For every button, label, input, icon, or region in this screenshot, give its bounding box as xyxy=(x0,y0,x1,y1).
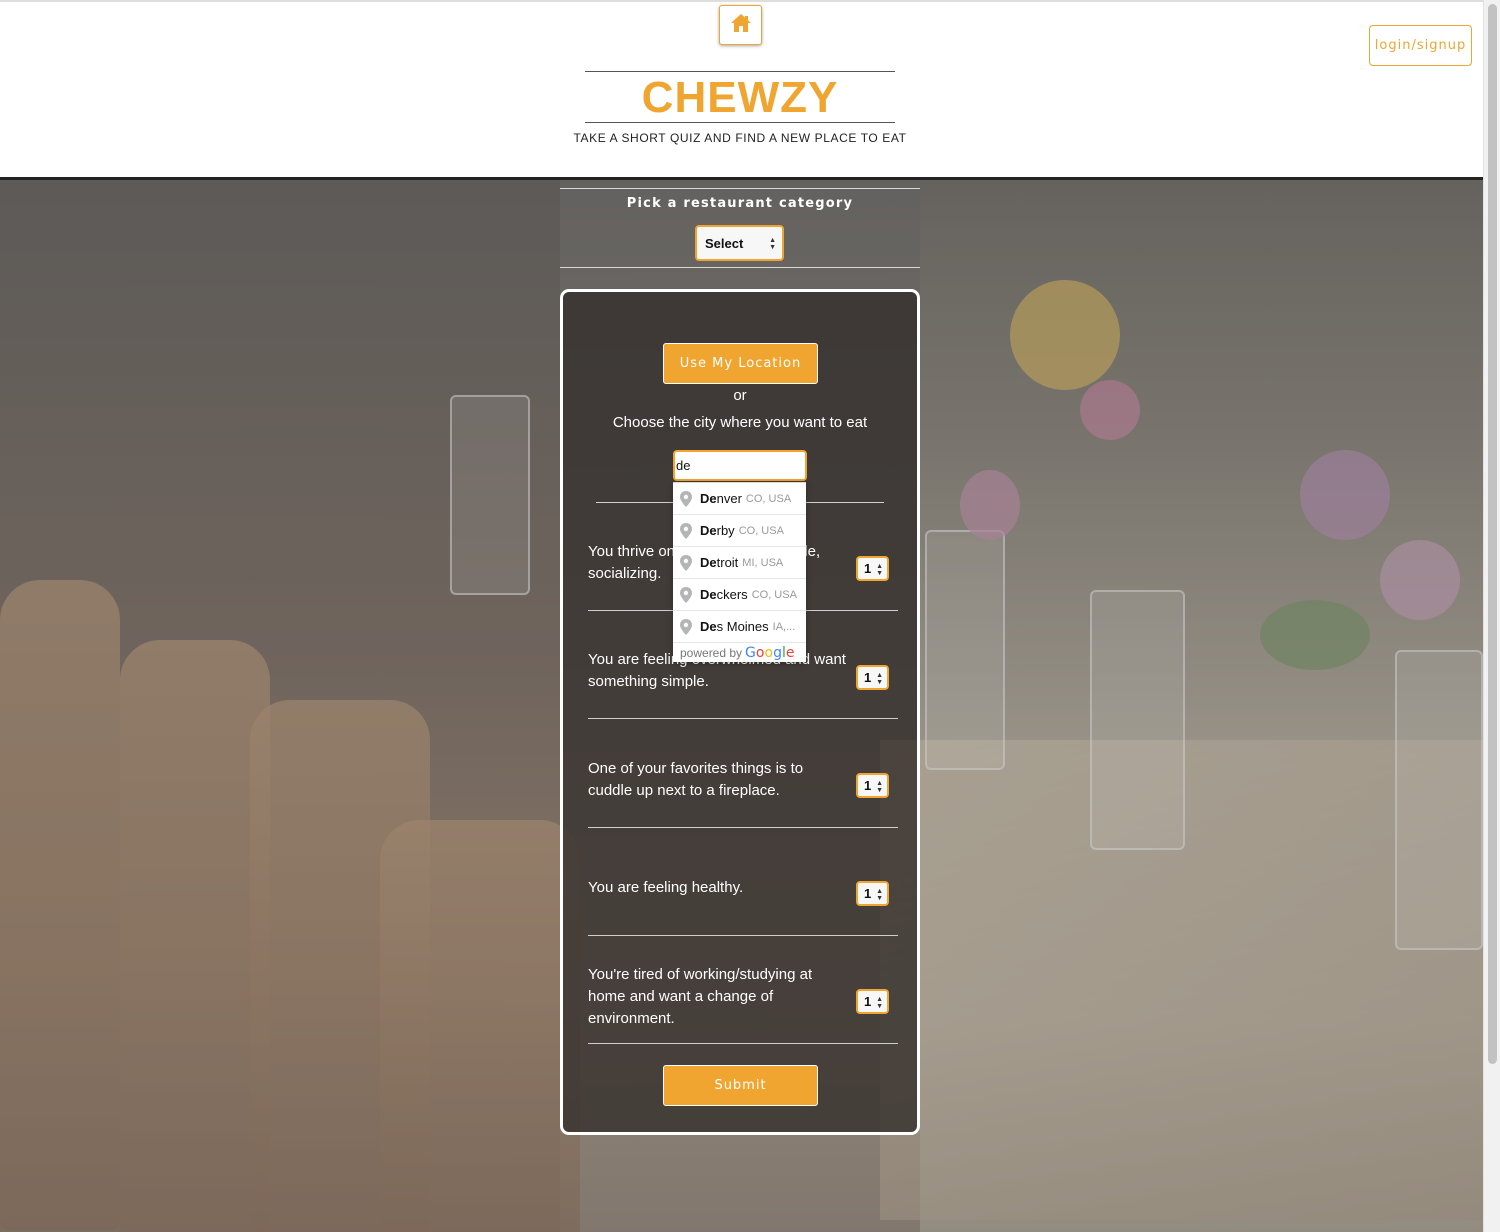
title-divider-top xyxy=(585,71,895,72)
select-arrows-icon: ▲ ▼ xyxy=(876,563,883,577)
city-autocomplete-dropdown: Denver CO, USA Derby CO, USA Detroit MI,… xyxy=(673,482,806,662)
question-2-select[interactable]: 1 ▲ ▼ xyxy=(856,665,889,690)
question-5-value: 1 xyxy=(864,994,872,1009)
category-select-value: Select xyxy=(705,235,744,251)
autocomplete-item[interactable]: Detroit MI, USA xyxy=(673,547,806,579)
divider xyxy=(588,827,898,828)
city-input[interactable]: de xyxy=(673,450,807,481)
map-pin-icon xyxy=(680,554,692,571)
question-5-select[interactable]: 1 ▲ ▼ xyxy=(856,989,889,1014)
question-1-select[interactable]: 1 ▲ ▼ xyxy=(856,556,889,581)
autocomplete-secondary-text: IA,... xyxy=(772,620,796,633)
home-button[interactable] xyxy=(719,5,762,45)
map-pin-icon xyxy=(680,586,692,603)
autocomplete-secondary-text: CO, USA xyxy=(738,524,784,537)
question-3-value: 1 xyxy=(864,778,872,793)
page-scrollbar[interactable] xyxy=(1483,0,1500,1232)
page: login/signup CHEWZY TAKE A SHORT QUIZ AN… xyxy=(0,0,1483,1232)
divider xyxy=(588,935,898,936)
question-5-text: You're tired of working/studying at home… xyxy=(588,966,813,1027)
question-3-text: One of your favorites things is to cuddl… xyxy=(588,760,804,799)
question-4-text: You are feeling healthy. xyxy=(588,879,744,896)
question-3-select[interactable]: 1 ▲ ▼ xyxy=(856,773,889,798)
select-arrows-icon: ▲ ▼ xyxy=(876,888,883,902)
category-divider-top xyxy=(560,188,920,189)
divider xyxy=(588,1043,898,1044)
autocomplete-secondary-text: CO, USA xyxy=(745,492,792,505)
autocomplete-main-text: nver xyxy=(716,491,742,506)
select-arrows-icon: ▲ ▼ xyxy=(769,237,776,251)
question-4-select[interactable]: 1 ▲ ▼ xyxy=(856,881,889,906)
question-2-value: 1 xyxy=(864,670,872,685)
city-prompt: Choose the city where you want to eat xyxy=(612,414,868,431)
autocomplete-main-text: ckers xyxy=(716,587,748,602)
site-subtitle: TAKE A SHORT QUIZ AND FIND A NEW PLACE T… xyxy=(573,131,907,145)
select-arrows-icon: ▲ ▼ xyxy=(876,672,883,686)
select-arrows-icon: ▲ ▼ xyxy=(876,996,883,1010)
autocomplete-match: De xyxy=(700,491,717,506)
question-4-value: 1 xyxy=(864,886,872,901)
category-divider-bottom xyxy=(560,267,920,268)
divider xyxy=(588,718,898,719)
map-pin-icon xyxy=(680,522,692,539)
autocomplete-main-text: troit xyxy=(716,555,739,570)
map-pin-icon xyxy=(680,490,692,507)
powered-by-text: powered by xyxy=(680,646,743,660)
autocomplete-secondary-text: CO, USA xyxy=(751,588,797,601)
autocomplete-item[interactable]: Des Moines IA,... xyxy=(673,611,806,643)
autocomplete-item[interactable]: Denver CO, USA xyxy=(673,483,806,515)
google-logo: Google xyxy=(745,645,795,661)
powered-by-google: powered by Google xyxy=(673,643,806,662)
login-signup-button[interactable]: login/signup xyxy=(1369,25,1472,66)
use-my-location-button[interactable]: Use My Location xyxy=(663,343,818,384)
map-pin-icon xyxy=(680,618,692,635)
autocomplete-main-text: s Moines xyxy=(716,619,769,634)
question-1-value: 1 xyxy=(864,561,872,576)
autocomplete-match: De xyxy=(700,555,717,570)
autocomplete-item[interactable]: Derby CO, USA xyxy=(673,515,806,547)
site-header: login/signup CHEWZY TAKE A SHORT QUIZ AN… xyxy=(0,0,1483,180)
title-divider-bottom xyxy=(585,122,895,123)
autocomplete-secondary-text: MI, USA xyxy=(742,556,784,569)
submit-button[interactable]: Submit xyxy=(663,1065,818,1106)
autocomplete-match: De xyxy=(700,619,717,634)
home-icon xyxy=(730,13,752,38)
autocomplete-item[interactable]: Deckers CO, USA xyxy=(673,579,806,611)
site-title: CHEWZY xyxy=(641,73,839,122)
or-text: or xyxy=(733,387,747,404)
select-arrows-icon: ▲ ▼ xyxy=(876,780,883,794)
autocomplete-match: De xyxy=(700,587,717,602)
scrollbar-thumb[interactable] xyxy=(1488,4,1497,1064)
autocomplete-main-text: rby xyxy=(716,523,735,538)
autocomplete-match: De xyxy=(700,523,717,538)
category-label: Pick a restaurant category xyxy=(626,196,854,211)
category-select[interactable]: Select ▲ ▼ xyxy=(695,225,784,261)
